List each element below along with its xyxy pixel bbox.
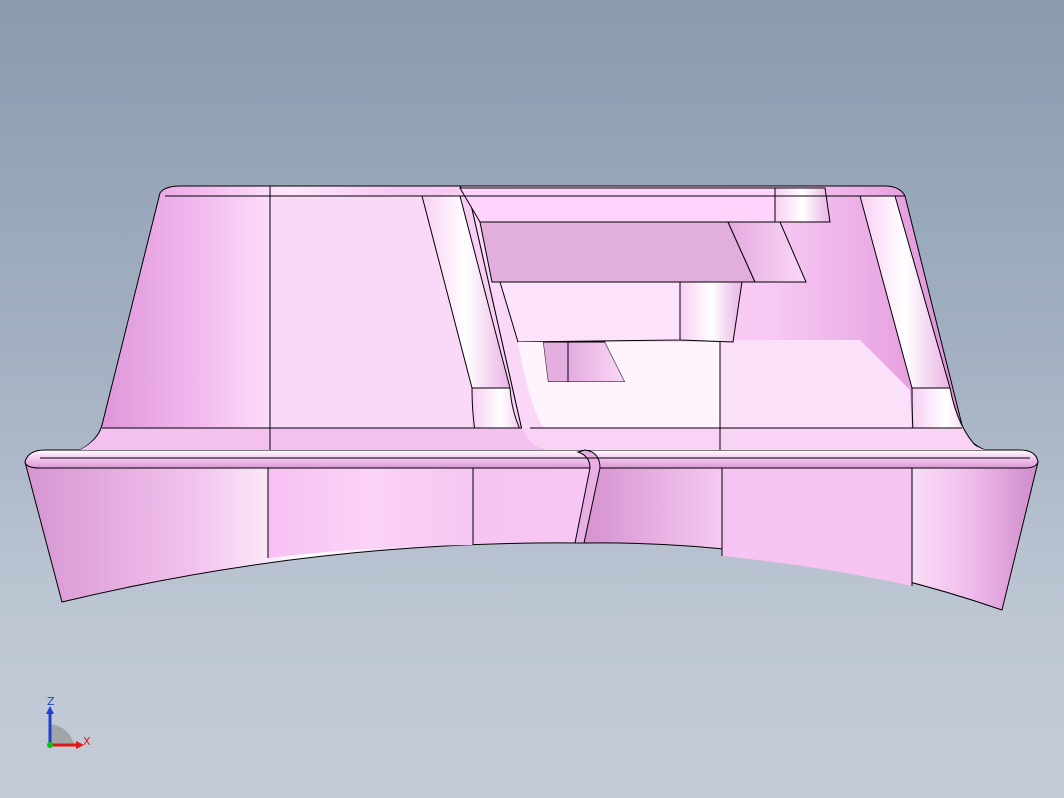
x-axis-label: X <box>83 735 91 748</box>
recess-top-face <box>459 187 776 223</box>
flange-lip <box>24 449 1039 469</box>
triad-origin <box>47 742 53 748</box>
recess-lower-block <box>679 281 743 343</box>
recess-lower-face <box>499 281 681 343</box>
base-fillet-right <box>522 428 985 450</box>
recess-right-notch <box>774 187 831 223</box>
view-orientation-triad[interactable]: Z X <box>38 696 108 756</box>
graphics-viewport[interactable]: Z X <box>0 0 1064 798</box>
lower-flange-mid-left <box>268 466 473 558</box>
recess-upper-block <box>479 221 756 283</box>
cad-part-model[interactable] <box>0 0 1064 798</box>
triad-plane-shape <box>50 724 74 744</box>
lower-flange-mid-right <box>722 466 912 586</box>
base-fillet-left <box>80 428 545 450</box>
z-axis-label: Z <box>47 695 55 708</box>
